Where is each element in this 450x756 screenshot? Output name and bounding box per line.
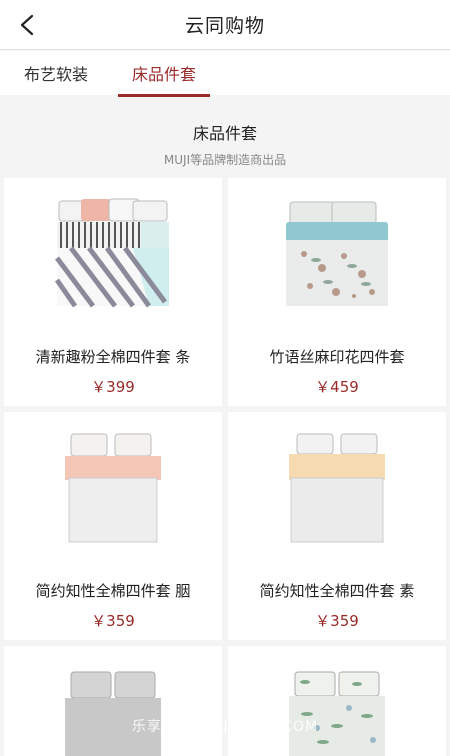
product-image-bed-beige-white [228, 420, 446, 560]
product-price: ￥399 [91, 378, 135, 396]
product-image-bed-grey [4, 666, 222, 756]
product-card[interactable] [228, 646, 446, 756]
section-header: 床品件套 MUJI等品牌制造商出品 [0, 100, 450, 175]
product-card[interactable]: 竹语丝麻印花四件套 ￥459 [228, 178, 446, 406]
product-card[interactable]: 清新趣粉全棉四件套 条 ￥399 [4, 178, 222, 406]
product-name[interactable]: 简约知性全棉四件套 素 [228, 580, 446, 601]
product-price: ￥359 [91, 612, 135, 630]
product-card[interactable]: 简约知性全棉四件套 素 ￥359 [228, 412, 446, 640]
product-image-bed-peach-white [4, 420, 222, 560]
product-name[interactable]: 清新趣粉全棉四件套 条 [4, 346, 222, 367]
product-name[interactable]: 简约知性全棉四件套 胭 [4, 580, 222, 601]
tab-bedding-sets[interactable]: 床品件套 [118, 51, 210, 97]
product-price: ￥359 [315, 612, 359, 630]
page-title: 云同购物 [184, 15, 265, 37]
product-price: ￥459 [315, 378, 359, 396]
product-name[interactable]: 竹语丝麻印花四件套 [228, 346, 446, 367]
product-card[interactable]: 简约知性全棉四件套 胭 ￥359 [4, 412, 222, 640]
tab-fabric-decor[interactable]: 布艺软装 [10, 51, 102, 95]
section-subtitle: MUJI等品牌制造商出品 [163, 153, 287, 167]
watermark: 乐享资汇 • NJYCQHJ.COM [131, 719, 319, 735]
top-bar: 云同购物 [0, 0, 450, 50]
section-title: 床品件套 [192, 124, 257, 143]
product-image-bed-pink-stripes [4, 186, 222, 326]
back-chevron-icon[interactable] [12, 10, 42, 40]
product-card[interactable] [4, 646, 222, 756]
product-image-bed-green-floral [228, 666, 446, 756]
category-tabs: 布艺软装 床品件套 [0, 51, 450, 97]
product-image-bed-blue-floral [228, 186, 446, 326]
product-grid: 清新趣粉全棉四件套 条 ￥399 竹语丝麻印花四件套 ￥459 简约知性全棉四件… [4, 178, 446, 756]
